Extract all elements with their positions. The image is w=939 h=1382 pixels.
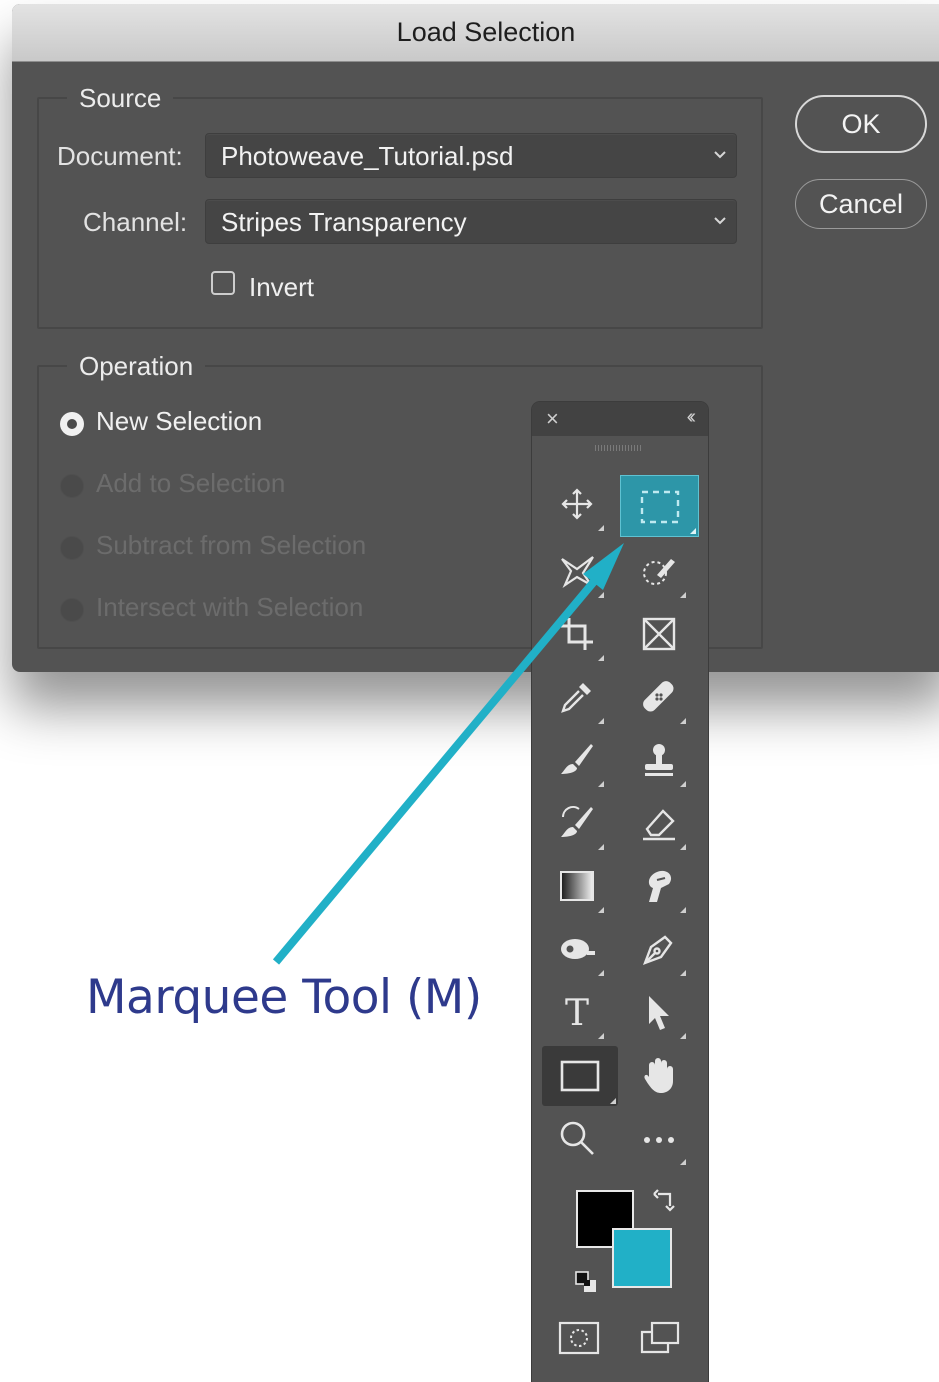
load-selection-dialog: Load Selection Source Document: Photowea… [12,4,939,672]
type-tool-icon[interactable]: T [548,983,606,1041]
collapse-icon[interactable]: ‹‹ [687,406,697,429]
dodge-tool-icon[interactable] [548,920,606,978]
operation-group-title: Operation [67,351,206,381]
eyedropper-tool-icon[interactable] [548,668,606,726]
rectangular-marquee-tool-icon[interactable] [620,475,699,537]
cancel-button[interactable]: Cancel [795,179,927,229]
history-brush-tool-icon[interactable] [548,794,606,852]
svg-text:T: T [565,993,589,1032]
channel-select[interactable]: Stripes Transparency [205,199,737,244]
smudge-tool-icon[interactable] [630,857,688,915]
channel-label: Channel: [83,207,188,237]
crop-tool-icon[interactable] [548,605,606,663]
screen-mode-icon[interactable] [638,1320,682,1356]
eraser-tool-icon[interactable] [630,794,688,852]
new-selection-radio[interactable] [60,412,84,436]
intersect-with-selection-radio[interactable] [60,598,84,622]
document-label: Document: [57,141,183,171]
brush-tool-icon[interactable] [548,731,606,789]
gradient-tool-icon[interactable] [548,857,606,915]
clone-stamp-tool-icon[interactable] [630,731,688,789]
zoom-tool-icon[interactable] [548,1109,606,1167]
tools-panel-header[interactable]: × ‹‹ [532,402,708,436]
invert-checkbox[interactable] [211,271,235,295]
more-tools-icon[interactable] [630,1109,688,1167]
ok-button[interactable]: OK [795,95,927,153]
tools-panel: × ‹‹ T [532,402,708,1382]
subtract-from-selection-radio[interactable] [60,536,84,560]
close-icon[interactable]: × [546,406,559,432]
channel-value: Stripes Transparency [221,207,467,237]
quick-selection-tool-icon[interactable] [630,542,688,600]
dialog-titlebar: Load Selection [12,4,939,62]
swap-colors-icon[interactable] [652,1188,678,1214]
invert-label: Invert [249,272,315,302]
lasso-tool-icon[interactable] [548,542,606,600]
drag-handle[interactable] [595,445,643,451]
quick-mask-icon[interactable] [557,1320,601,1356]
add-to-selection-radio[interactable] [60,474,84,498]
hand-tool-icon[interactable] [630,1046,688,1104]
healing-brush-tool-icon[interactable] [630,668,688,726]
intersect-with-selection-label: Intersect with Selection [96,592,364,622]
rectangle-tool-icon[interactable] [542,1046,618,1106]
frame-tool-icon[interactable] [630,605,688,663]
subtract-from-selection-label: Subtract from Selection [96,530,367,560]
move-tool-icon[interactable] [548,475,606,533]
annotation-caption: Marquee Tool (M) [86,970,482,1025]
new-selection-label: New Selection [96,406,263,436]
path-selection-tool-icon[interactable] [630,983,688,1041]
chevron-down-icon [714,217,726,225]
background-color-swatch[interactable] [612,1228,672,1288]
document-select[interactable]: Photoweave_Tutorial.psd [205,133,737,178]
source-group-title: Source [67,83,174,113]
default-colors-icon[interactable] [574,1270,600,1296]
dialog-title: Load Selection [396,17,576,47]
pen-tool-icon[interactable] [630,920,688,978]
add-to-selection-label: Add to Selection [96,468,286,498]
document-value: Photoweave_Tutorial.psd [221,141,514,171]
chevron-down-icon [714,151,726,159]
